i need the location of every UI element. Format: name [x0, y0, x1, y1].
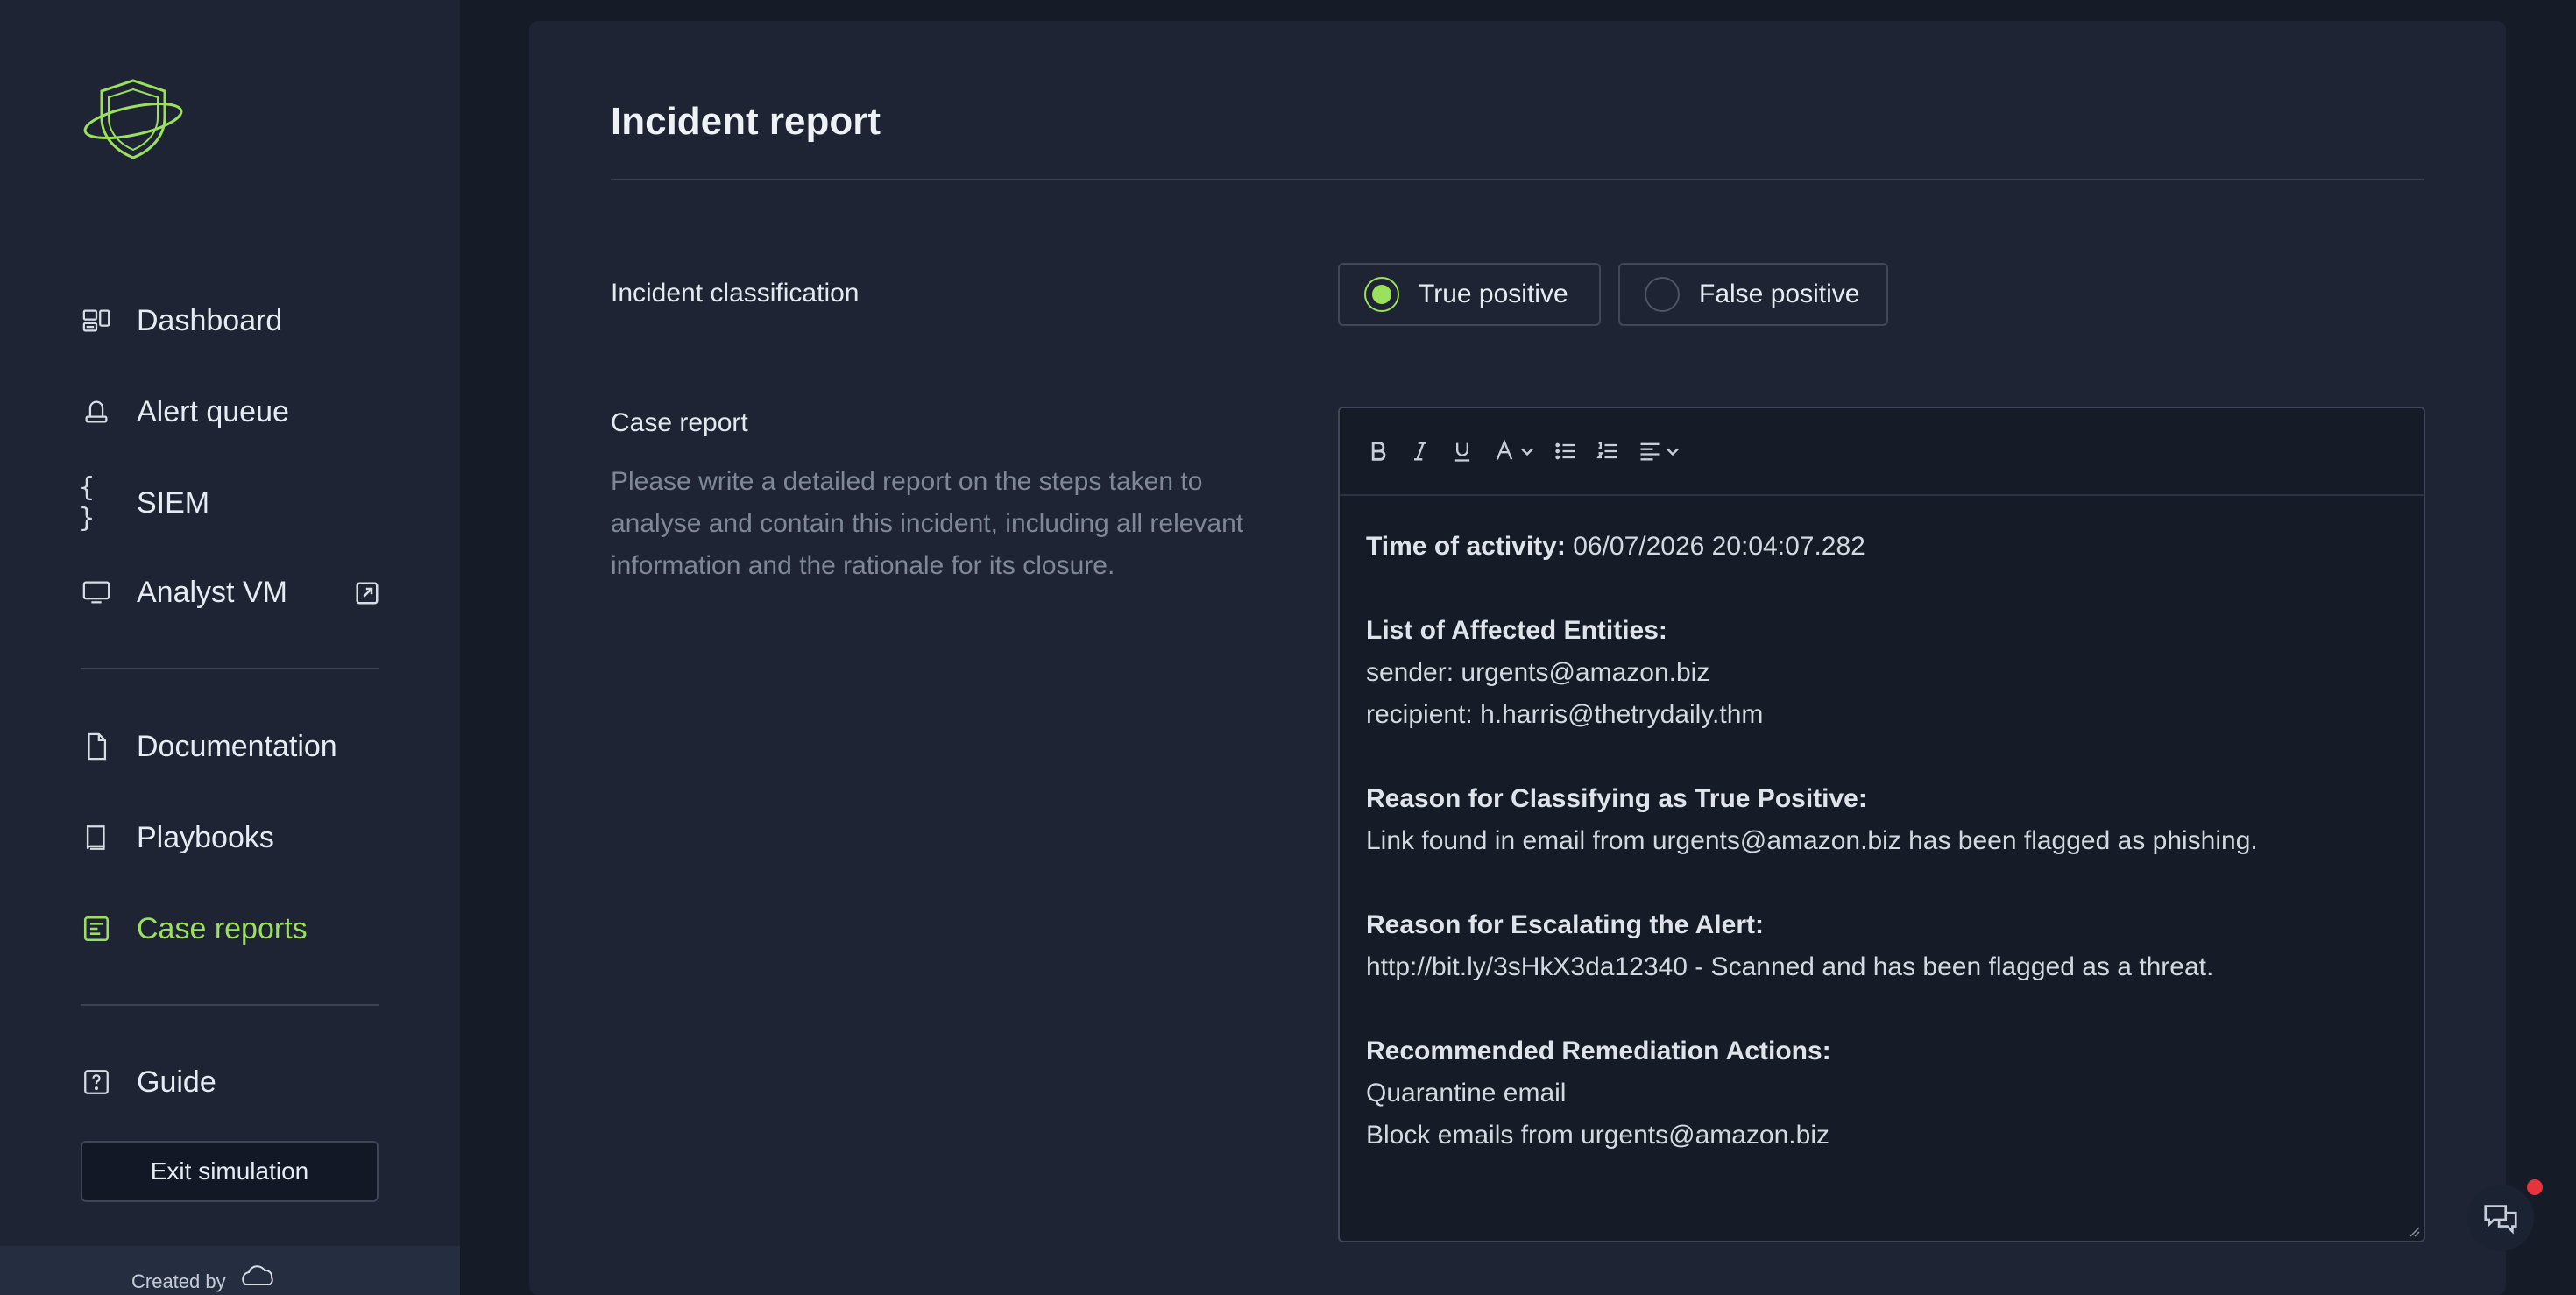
case-report-help-text: Please write a detailed report on the st… — [611, 467, 1244, 580]
underline-icon[interactable] — [1450, 434, 1475, 469]
entities-label: List of Affected Entities: — [1366, 616, 1667, 645]
help-icon — [79, 1065, 114, 1100]
sidebar-item-label: Case reports — [137, 911, 308, 945]
time-value: 06/07/2026 20:04:07.282 — [1573, 532, 1865, 561]
sidebar-item-label: Analyst VM — [137, 575, 287, 609]
reason-esc-text: http://bit.ly/3sHkX3da12340 - Scanned an… — [1366, 952, 2214, 981]
sidebar-item-playbooks[interactable]: Playbooks — [79, 811, 274, 864]
sidebar-item-label: Alert queue — [137, 394, 289, 428]
editor-toolbar — [1340, 408, 2424, 496]
sidebar-item-alert-queue[interactable]: Alert queue — [79, 386, 289, 438]
case-reports-icon — [79, 911, 114, 946]
italic-icon[interactable] — [1408, 434, 1433, 469]
sidebar-item-label: Playbooks — [137, 820, 274, 854]
sidebar-item-documentation[interactable]: Documentation — [79, 720, 337, 773]
sidebar-item-label: Guide — [137, 1065, 216, 1099]
braces-icon: { } — [79, 472, 96, 534]
sidebar-item-label: Documentation — [137, 729, 337, 763]
true-positive-option[interactable]: True positive — [1338, 263, 1601, 326]
incident-report-panel: Incident report Incident classification … — [529, 21, 2506, 1295]
editor-content[interactable]: Time of activity: 06/07/2026 20:04:07.28… — [1340, 496, 2424, 1157]
chat-button[interactable] — [2467, 1185, 2534, 1251]
sidebar-divider — [81, 1004, 379, 1006]
document-icon — [79, 729, 114, 764]
case-report-editor[interactable]: Time of activity: 06/07/2026 20:04:07.28… — [1338, 407, 2425, 1242]
external-link-icon[interactable] — [354, 580, 380, 606]
option-label: False positive — [1699, 280, 1860, 308]
resize-handle-icon[interactable] — [2406, 1223, 2420, 1237]
radio-unchecked-icon — [1645, 277, 1680, 312]
chat-icon — [2484, 1205, 2517, 1235]
dashboard-icon — [79, 303, 114, 338]
sidebar: Dashboard Alert queue { } SIEM Analyst V… — [0, 0, 460, 1295]
sidebar-item-dashboard[interactable]: Dashboard — [79, 294, 282, 347]
sidebar-item-label: SIEM — [137, 485, 210, 520]
bullet-list-icon[interactable] — [1553, 434, 1578, 469]
reason-tp-text: Link found in email from urgents@amazon.… — [1366, 826, 2258, 855]
sidebar-item-label: Dashboard — [137, 303, 283, 337]
notification-dot — [2527, 1179, 2543, 1195]
alert-queue-icon — [79, 394, 114, 429]
shield-logo-icon — [83, 79, 183, 159]
sidebar-item-case-reports[interactable]: Case reports — [79, 902, 308, 955]
sidebar-item-analyst-vm[interactable]: Analyst VM — [79, 566, 287, 619]
tryhackme-logo-icon — [242, 1265, 273, 1285]
recipient-line: recipient: h.harris@thetrydaily.thm — [1366, 700, 1764, 729]
bold-icon[interactable] — [1366, 434, 1391, 469]
align-icon[interactable] — [1638, 434, 1681, 469]
sidebar-item-guide[interactable]: Guide — [79, 1056, 216, 1108]
numbered-list-icon[interactable] — [1596, 434, 1620, 469]
sender-line: sender: urgents@amazon.biz — [1366, 658, 1710, 687]
text-color-icon[interactable] — [1492, 434, 1536, 469]
remediation-item: Quarantine email — [1366, 1079, 1567, 1107]
reason-tp-label: Reason for Classifying as True Positive: — [1366, 784, 1867, 813]
time-label: Time of activity: — [1366, 532, 1566, 561]
sidebar-item-siem[interactable]: { } SIEM — [79, 472, 210, 534]
radio-checked-icon — [1364, 277, 1399, 312]
book-icon — [79, 820, 114, 855]
page-title: Incident report — [611, 100, 881, 143]
case-report-label: Case report — [611, 408, 748, 437]
sidebar-divider — [81, 668, 379, 669]
remediation-item: Block emails from urgents@amazon.biz — [1366, 1121, 1829, 1150]
title-divider — [611, 179, 2424, 180]
exit-simulation-button[interactable]: Exit simulation — [81, 1141, 379, 1202]
option-label: True positive — [1419, 280, 1568, 308]
reason-esc-label: Reason for Escalating the Alert: — [1366, 910, 1764, 939]
classification-label: Incident classification — [611, 279, 860, 308]
monitor-icon — [79, 575, 114, 610]
sidebar-footer — [0, 1246, 460, 1295]
remediation-label: Recommended Remediation Actions: — [1366, 1037, 1831, 1065]
false-positive-option[interactable]: False positive — [1618, 263, 1888, 326]
created-by-text: Created by — [131, 1270, 226, 1292]
